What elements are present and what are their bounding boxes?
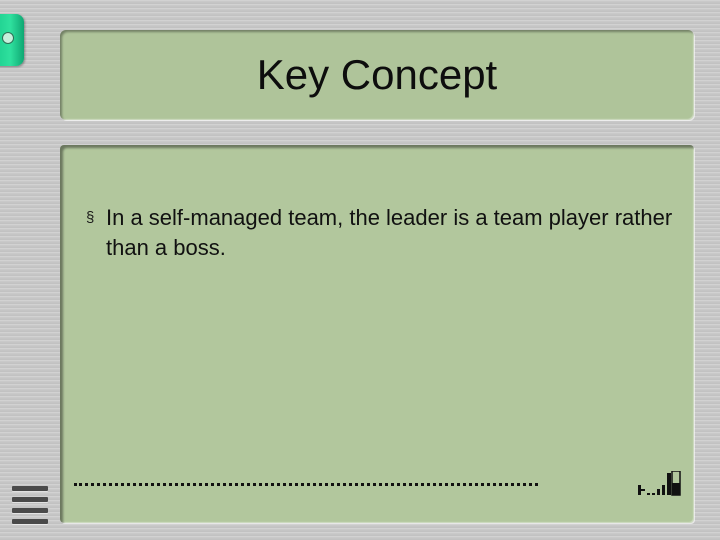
bullet-item: § In a self-managed team, the leader is … bbox=[86, 203, 676, 263]
menu-lines-icon[interactable] bbox=[12, 486, 48, 526]
title-panel: Key Concept bbox=[60, 30, 694, 120]
bullet-text: In a self-managed team, the leader is a … bbox=[106, 205, 673, 260]
dotted-divider bbox=[74, 483, 538, 486]
side-tab[interactable] bbox=[0, 14, 24, 66]
signal-bars-icon bbox=[638, 471, 681, 496]
slide-title: Key Concept bbox=[256, 51, 498, 98]
content-panel: § In a self-managed team, the leader is … bbox=[60, 145, 694, 523]
circle-tab-icon bbox=[2, 32, 14, 44]
bullet-marker: § bbox=[86, 209, 95, 226]
